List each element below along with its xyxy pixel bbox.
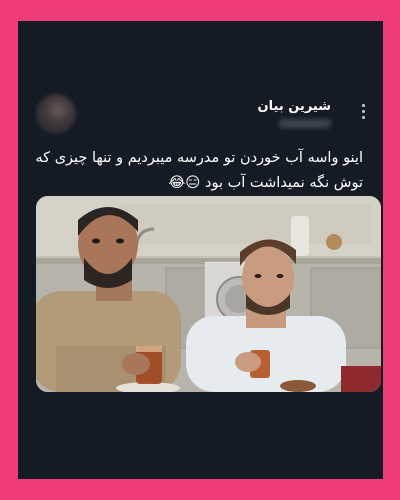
movie-still-image bbox=[36, 196, 381, 392]
tweet-card: شیرین بیان اینو واسه آب خوردن تو مدرسه م… bbox=[18, 21, 383, 479]
author-name[interactable]: شیرین بیان bbox=[258, 99, 331, 115]
tweet-text: اینو واسه آب خوردن تو مدرسه میبردیم و تن… bbox=[35, 150, 363, 191]
avatar[interactable] bbox=[36, 94, 76, 134]
more-options-icon[interactable] bbox=[355, 101, 371, 123]
tweet-media-image[interactable] bbox=[36, 196, 381, 392]
author-block[interactable]: شیرین بیان bbox=[258, 99, 331, 128]
tweet-header: شیرین بیان bbox=[18, 91, 383, 139]
author-handle-blurred bbox=[279, 119, 331, 128]
